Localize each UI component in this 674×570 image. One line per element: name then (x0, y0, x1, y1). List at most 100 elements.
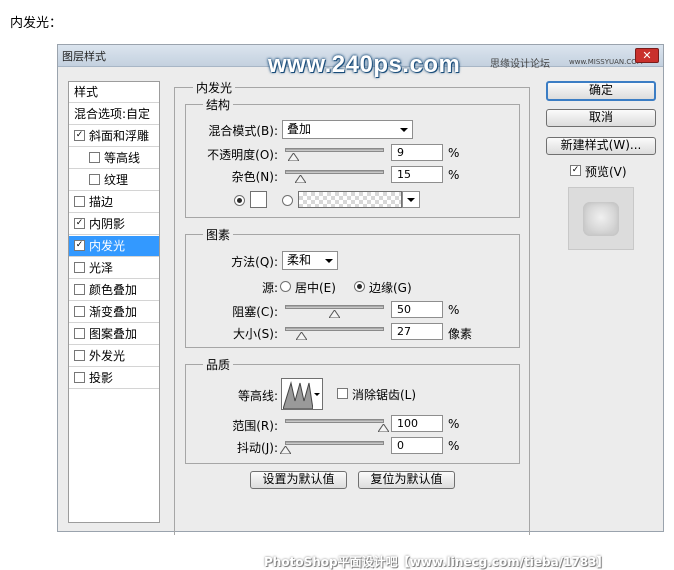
style-list-header[interactable]: 样式 (69, 82, 159, 103)
opacity-slider-thumb[interactable] (288, 153, 299, 161)
style-item-label: 纹理 (104, 173, 129, 187)
glow-color-swatch[interactable] (250, 191, 267, 208)
style-item-pattern-overlay[interactable]: 图案叠加 (69, 324, 159, 345)
stroke-checkbox[interactable] (74, 196, 85, 207)
jitter-unit: % (448, 439, 460, 453)
elements-title: 图素 (203, 226, 234, 243)
choke-slider-thumb[interactable] (329, 310, 340, 318)
antialias-label: 消除锯齿(L) (352, 388, 417, 402)
style-item-contour[interactable]: 等高线 (69, 148, 159, 169)
inner-shadow-checkbox[interactable]: ✓ (74, 218, 85, 229)
ok-button[interactable]: 确定 (546, 81, 656, 101)
style-item-inner-shadow[interactable]: ✓ 内阴影 (69, 214, 159, 235)
structure-title: 结构 (203, 96, 234, 113)
style-preview (568, 187, 634, 250)
contour-curve-icon (283, 381, 313, 409)
range-slider-track[interactable] (285, 419, 384, 423)
source-edge-label: 边缘(G) (369, 281, 412, 295)
opacity-label: 不透明度(O): (207, 148, 278, 162)
choke-input[interactable]: 50 (391, 301, 443, 318)
reset-default-button[interactable]: 复位为默认值 (358, 471, 455, 489)
jitter-input[interactable]: 0 (391, 437, 443, 454)
size-label: 大小(S): (232, 327, 278, 341)
style-item-outer-glow[interactable]: 外发光 (69, 346, 159, 367)
contour-picker[interactable] (281, 378, 323, 410)
jitter-slider-track[interactable] (285, 441, 384, 445)
page-heading: 内发光： (10, 16, 63, 31)
method-label: 方法(Q): (231, 255, 278, 269)
method-select[interactable]: 柔和 (282, 251, 338, 270)
method-value: 柔和 (287, 253, 312, 267)
style-item-label: 颜色叠加 (89, 283, 138, 297)
noise-slider-thumb[interactable] (295, 175, 306, 183)
size-slider-track[interactable] (285, 327, 384, 331)
blend-mode-select[interactable]: 叠加 (282, 120, 413, 139)
source-center-radio[interactable] (280, 281, 291, 292)
inner-glow-title: 内发光 (193, 79, 236, 96)
outer-glow-checkbox[interactable] (74, 350, 85, 361)
title-bar[interactable]: 图层样式 www.240ps.com 思缘设计论坛 www.MISSYUAN.C… (58, 45, 663, 78)
texture-checkbox[interactable] (89, 174, 100, 185)
opacity-input[interactable]: 9 (391, 144, 443, 161)
antialias-checkbox[interactable] (337, 388, 348, 399)
dialog-title: 图层样式 (62, 50, 106, 63)
jitter-label: 抖动(J): (237, 441, 278, 455)
choke-slider-track[interactable] (285, 305, 384, 309)
style-item-color-overlay[interactable]: 颜色叠加 (69, 280, 159, 301)
chevron-down-icon (407, 198, 415, 202)
style-item-label: 渐变叠加 (89, 305, 138, 319)
style-item-label: 内阴影 (89, 217, 126, 231)
style-item-satin[interactable]: 光泽 (69, 258, 159, 279)
style-item-bevel[interactable]: ✓ 斜面和浮雕 (69, 126, 159, 147)
range-input[interactable]: 100 (391, 415, 443, 432)
gradient-radio[interactable] (282, 195, 293, 206)
size-unit: 像素 (448, 327, 473, 341)
size-slider-thumb[interactable] (296, 332, 307, 340)
style-item-texture[interactable]: 纹理 (69, 170, 159, 191)
style-item-inner-glow[interactable]: ✓ 内发光 (69, 236, 159, 257)
color-radio[interactable] (234, 195, 245, 206)
opacity-slider-track[interactable] (285, 148, 384, 152)
preview-swatch (583, 202, 619, 236)
style-item-label: 光泽 (89, 261, 114, 275)
blend-mode-label: 混合模式(B): (208, 124, 278, 138)
style-item-stroke[interactable]: 描边 (69, 192, 159, 213)
blend-options-item[interactable]: 混合选项:自定 (69, 104, 159, 125)
choke-unit: % (448, 303, 460, 317)
make-default-button[interactable]: 设置为默认值 (250, 471, 347, 489)
cancel-button[interactable]: 取消 (546, 109, 656, 127)
contour-checkbox[interactable] (89, 152, 100, 163)
pattern-overlay-checkbox[interactable] (74, 328, 85, 339)
source-label: 源: (261, 281, 278, 295)
range-slider-thumb[interactable] (378, 424, 389, 432)
style-item-gradient-overlay[interactable]: 渐变叠加 (69, 302, 159, 323)
color-overlay-checkbox[interactable] (74, 284, 85, 295)
range-unit: % (448, 417, 460, 431)
source-edge-radio[interactable] (354, 281, 365, 292)
style-item-label: 投影 (89, 371, 114, 385)
noise-slider-track[interactable] (285, 170, 384, 174)
choke-label: 阻塞(C): (232, 305, 278, 319)
chevron-down-icon (314, 393, 320, 396)
close-icon[interactable]: ✕ (635, 48, 659, 63)
noise-label: 杂色(N): (231, 170, 278, 184)
gradient-picker[interactable] (298, 191, 402, 208)
jitter-slider-thumb[interactable] (280, 446, 291, 454)
style-list: 样式 混合选项:自定 ✓ 斜面和浮雕 等高线 纹理 描边 ✓ 内阴影 ✓ 内发光 光泽… (68, 81, 160, 523)
drop-shadow-checkbox[interactable] (74, 372, 85, 383)
noise-unit: % (448, 168, 460, 182)
gradient-dropdown[interactable] (402, 191, 420, 208)
watermark-url: www.MISSYUAN.COM (569, 58, 643, 66)
style-item-drop-shadow[interactable]: 投影 (69, 368, 159, 389)
size-input[interactable]: 27 (391, 323, 443, 340)
chevron-down-icon (325, 259, 333, 263)
preview-checkbox[interactable]: ✓ (570, 165, 581, 176)
inner-glow-checkbox[interactable]: ✓ (74, 240, 85, 251)
blend-mode-value: 叠加 (287, 122, 312, 136)
bevel-checkbox[interactable]: ✓ (74, 130, 85, 141)
satin-checkbox[interactable] (74, 262, 85, 273)
gradient-overlay-checkbox[interactable] (74, 306, 85, 317)
noise-input[interactable]: 15 (391, 166, 443, 183)
bottom-watermark: PhotoShop平面设计吧【www.linecg.com/tieba/1783… (264, 555, 609, 569)
new-style-button[interactable]: 新建样式(W)... (546, 137, 656, 155)
